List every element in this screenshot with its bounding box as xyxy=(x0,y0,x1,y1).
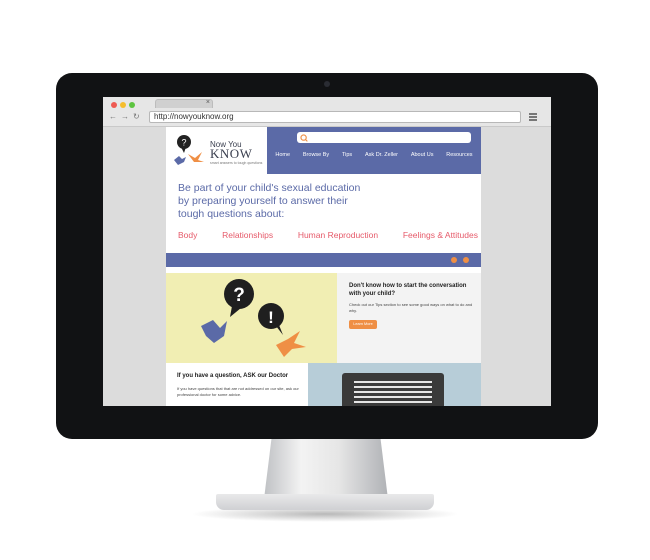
promo-text: Check out our Tips section to see some g… xyxy=(349,302,473,313)
ask-form-panel xyxy=(308,363,481,406)
form-line xyxy=(354,386,432,388)
nav-tips[interactable]: Tips xyxy=(342,152,352,158)
logo[interactable]: ? Now You KNOW smart answers to tough qu… xyxy=(166,127,267,174)
navbar: Home Browse By Tips Ask Dr. Zeller About… xyxy=(267,127,481,174)
tips-promo: Don't know how to start the conversation… xyxy=(337,273,481,363)
ask-text: If you have questions that that are not … xyxy=(177,386,299,397)
svg-text:?: ? xyxy=(233,285,245,306)
topic-feelings-attitudes[interactable]: Feelings & Attitudes xyxy=(403,230,478,240)
reload-icon[interactable]: ↻ xyxy=(133,112,140,122)
nav-menu: Home Browse By Tips Ask Dr. Zeller About… xyxy=(267,152,481,158)
hero-title: Be part of your child's sexual education… xyxy=(178,182,361,220)
tab-close-icon[interactable]: × xyxy=(206,98,210,107)
topic-human-reproduction[interactable]: Human Reproduction xyxy=(298,230,378,240)
nav-ask-dr-zeller[interactable]: Ask Dr. Zeller xyxy=(365,152,398,158)
search-input[interactable] xyxy=(297,132,471,143)
back-icon[interactable]: ← xyxy=(109,112,117,122)
camera xyxy=(324,81,330,87)
learn-more-button[interactable]: Learn More xyxy=(349,320,377,329)
screen: × ← → ↻ http://nowyouknow.org ? Now You … xyxy=(103,97,551,406)
topic-body[interactable]: Body xyxy=(178,230,197,240)
birds-speech-bubbles-illustration: ? ! xyxy=(201,279,306,357)
ask-title: If you have a question, ASK our Doctor xyxy=(177,373,289,379)
svg-text:!: ! xyxy=(268,308,274,327)
address-bar[interactable]: http://nowyouknow.org xyxy=(149,111,521,123)
stage: × ← → ↻ http://nowyouknow.org ? Now You … xyxy=(0,0,650,560)
search-icon xyxy=(300,133,308,142)
monitor-base xyxy=(216,494,434,510)
question-form-card[interactable] xyxy=(342,373,444,406)
browser-menu-icon[interactable] xyxy=(529,113,537,121)
browser-tab[interactable]: × xyxy=(155,99,213,108)
form-line xyxy=(354,396,432,398)
maximize-window-button[interactable] xyxy=(129,102,135,108)
nav-resources[interactable]: Resources xyxy=(446,152,472,158)
carousel-band xyxy=(166,253,481,267)
promo-title: Don't know how to start the conversation… xyxy=(349,283,467,297)
nav-browse-by[interactable]: Browse By xyxy=(303,152,329,158)
nav-about-us[interactable]: About Us xyxy=(411,152,434,158)
monitor: × ← → ↻ http://nowyouknow.org ? Now You … xyxy=(56,73,598,439)
close-window-button[interactable] xyxy=(111,102,117,108)
website: ? Now You KNOW smart answers to tough qu… xyxy=(166,127,481,406)
logo-text-know: KNOW xyxy=(210,146,253,161)
browser-toolbar: × ← → ↻ http://nowyouknow.org xyxy=(103,97,551,127)
nav-home[interactable]: Home xyxy=(275,152,290,158)
ask-doctor-section: If you have a question, ASK our Doctor I… xyxy=(166,363,308,406)
svg-text:?: ? xyxy=(181,138,186,148)
forward-icon[interactable]: → xyxy=(121,112,129,122)
minimize-window-button[interactable] xyxy=(120,102,126,108)
monitor-stand xyxy=(264,439,388,499)
logo-birds-icon: ? xyxy=(174,135,204,165)
topic-links: Body Relationships Human Reproduction Fe… xyxy=(178,230,478,240)
form-line xyxy=(354,391,432,393)
carousel-dot[interactable] xyxy=(463,257,469,263)
topic-relationships[interactable]: Relationships xyxy=(222,230,273,240)
carousel-dot[interactable] xyxy=(451,257,457,263)
logo-tagline: smart answers to tough questions xyxy=(210,161,263,165)
form-line xyxy=(354,401,432,403)
illustration-panel: ? ! xyxy=(166,273,337,363)
form-line xyxy=(354,381,432,383)
